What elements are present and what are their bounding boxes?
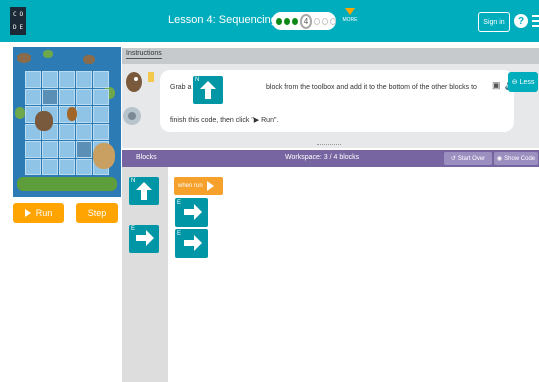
arrow-up-icon xyxy=(136,182,152,200)
arrow-right-icon xyxy=(184,235,202,251)
instruction-bubble: Grab a N block from the toolbox and add … xyxy=(160,70,527,132)
level-dot-current[interactable]: 4 xyxy=(299,13,313,29)
logo-letter: E xyxy=(19,24,24,31)
rock-decoration xyxy=(83,55,95,64)
blocks-label: Blocks xyxy=(136,154,157,161)
block-direction-label: N xyxy=(195,77,200,83)
workspace-count-label: Workspace: 3 / 4 blocks xyxy=(285,154,360,161)
less-button[interactable]: ⊖ Less xyxy=(508,72,538,92)
chevron-down-icon xyxy=(345,8,355,15)
top-header: C O D E Lesson 4: Sequencing with Scrat … xyxy=(0,0,539,42)
code-workspace[interactable] xyxy=(168,167,539,382)
eye-icon: ◉ xyxy=(496,156,503,162)
minus-circle-icon: ⊖ xyxy=(511,79,518,86)
instructions-header: Instructions xyxy=(122,48,539,64)
inline-move-north-block: N xyxy=(193,76,223,104)
logo-letter: C xyxy=(12,11,17,18)
bush-decoration xyxy=(43,50,53,58)
resize-grip-icon[interactable] xyxy=(317,144,341,146)
level-dot-completed[interactable] xyxy=(291,17,298,25)
instruction-text-line2: finish this code, then click "▶ Run". xyxy=(170,117,279,124)
arrow-up-icon xyxy=(200,81,216,99)
block-direction-label: E xyxy=(177,231,182,237)
run-button[interactable]: Run xyxy=(13,203,64,223)
sand-island-decoration xyxy=(93,143,115,169)
level-dot-upcoming[interactable] xyxy=(322,17,329,25)
toggle-icon[interactable]: ▣ xyxy=(492,80,501,91)
level-dot-completed[interactable] xyxy=(276,17,282,25)
block-direction-label: E xyxy=(131,226,136,232)
step-button[interactable]: Step xyxy=(76,203,118,223)
help-icon[interactable]: ? xyxy=(514,14,528,28)
rock-decoration xyxy=(17,53,31,63)
start-over-label: Start Over xyxy=(457,155,486,162)
code-org-logo[interactable]: C O D E xyxy=(10,7,26,35)
bush-decoration xyxy=(15,107,25,119)
scrat-avatar-icon xyxy=(123,72,154,125)
logo-letter: O xyxy=(19,11,24,18)
when-run-label: when run xyxy=(178,183,203,189)
undo-icon: ↺ xyxy=(450,156,456,162)
play-icon xyxy=(206,181,214,191)
level-dot-completed[interactable] xyxy=(283,17,290,25)
more-label: MORE xyxy=(342,17,358,23)
less-label: Less xyxy=(519,78,535,86)
acorn-icon xyxy=(67,107,77,121)
sign-in-button[interactable]: Sign in xyxy=(478,12,510,32)
show-code-button[interactable]: ◉ Show Code xyxy=(494,152,538,165)
logo-letter: D xyxy=(12,24,17,31)
block-direction-label: N xyxy=(131,178,136,184)
level-progress: 4 xyxy=(272,12,337,30)
instruction-text: Grab a xyxy=(170,84,192,91)
level-dot-upcoming[interactable] xyxy=(330,17,337,25)
tab-instructions[interactable]: Instructions xyxy=(126,50,162,59)
workspace-header: Blocks Workspace: 3 / 4 blocks ↺ Start O… xyxy=(122,150,539,167)
maze-visualization xyxy=(13,47,121,197)
arrow-right-icon xyxy=(184,204,202,220)
move-east-block[interactable]: E xyxy=(175,229,208,258)
arrow-right-icon xyxy=(136,230,154,246)
instructions-panel: Grab a N block from the toolbox and add … xyxy=(122,64,539,148)
more-levels-button[interactable]: MORE xyxy=(341,8,359,34)
scrat-squirrel-icon xyxy=(35,111,53,131)
show-code-label: Show Code xyxy=(504,155,536,162)
level-dot-upcoming[interactable] xyxy=(314,17,321,25)
instruction-text: block from the toolbox and add it to the… xyxy=(266,84,477,91)
run-label: Run xyxy=(35,208,53,218)
toolbox-move-east-block[interactable]: E xyxy=(129,225,159,253)
grass-shore-decoration xyxy=(17,177,117,191)
hamburger-menu-icon[interactable] xyxy=(532,15,539,27)
move-east-block[interactable]: E xyxy=(175,198,208,227)
play-icon xyxy=(24,209,31,217)
start-over-button[interactable]: ↺ Start Over xyxy=(444,152,492,165)
block-direction-label: E xyxy=(177,200,182,206)
when-run-block[interactable]: when run xyxy=(174,177,223,195)
toolbox-move-north-block[interactable]: N xyxy=(129,177,159,205)
